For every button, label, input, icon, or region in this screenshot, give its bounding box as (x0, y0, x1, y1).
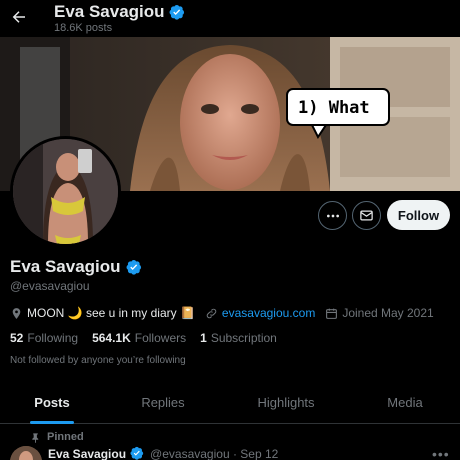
subscription-stat[interactable]: 1 Subscription (200, 331, 277, 345)
profile-website-link[interactable]: evasavagiou.com (222, 306, 315, 320)
back-arrow-icon[interactable] (9, 7, 29, 27)
following-count: 52 (10, 331, 24, 345)
profile-meta: MOON 🌙 see u in my diary 📔 evasavagiou.c… (10, 306, 444, 320)
followers-label: Followers (134, 331, 187, 345)
joined-item: Joined May 2021 (325, 306, 434, 320)
subscription-label: Subscription (210, 331, 277, 345)
message-icon (360, 210, 373, 221)
profile-stats: 52 Following 564.1K Followers 1 Subscriptio… (10, 331, 277, 345)
calendar-icon (326, 308, 338, 319)
header-name: Eva Savagiou (54, 2, 165, 21)
header-title: Eva Savagiou (54, 2, 185, 22)
profile-display-name: Eva Savagiou (10, 257, 121, 276)
post-more-icon[interactable]: ••• (432, 446, 450, 460)
tab-highlights[interactable]: Highlights (222, 380, 350, 424)
tab-label: Posts (34, 394, 70, 410)
profile-tabs: Posts Replies Highlights Media (0, 380, 460, 424)
website-item[interactable]: evasavagiou.com (205, 306, 315, 320)
pinned-text: Pinned (47, 431, 84, 443)
joined-date: Joined May 2021 (342, 306, 434, 320)
tab-label: Replies (141, 394, 185, 410)
link-icon (206, 308, 217, 318)
bio-item: MOON 🌙 see u in my diary 📔 (10, 306, 195, 320)
not-followed-text: Not followed by anyone you’re following (10, 355, 186, 366)
post-author-avatar[interactable] (10, 446, 42, 460)
pin-icon (32, 432, 39, 443)
verified-badge-icon[interactable] (126, 259, 142, 275)
more-options-button[interactable] (318, 201, 347, 230)
profile-name: Eva Savagiou (10, 257, 142, 277)
following-label: Following (27, 331, 79, 345)
avatar (13, 139, 118, 244)
tab-replies[interactable]: Replies (104, 380, 222, 424)
post-header: Eva Savagiou @evasavagiou · Sep 12 (48, 446, 278, 460)
following-stat[interactable]: 52 Following (10, 331, 78, 345)
profile-avatar[interactable] (10, 136, 121, 247)
tab-media[interactable]: Media (350, 380, 460, 424)
pinned-label: Pinned (30, 431, 84, 443)
tab-posts[interactable]: Posts (0, 380, 104, 424)
post-handle-date[interactable]: @evasavagiou · Sep 12 (150, 447, 278, 460)
post-count: 18.6K posts (54, 22, 113, 34)
profile-handle: @evasavagiou (10, 279, 90, 293)
banner-sticker-text: 1) What (298, 98, 370, 118)
verified-badge-icon (169, 4, 185, 20)
follow-button[interactable]: Follow (387, 200, 450, 230)
tab-label: Media (387, 394, 423, 410)
active-tab-indicator (30, 421, 74, 424)
followers-count: 564.1K (92, 331, 131, 345)
more-icon (326, 214, 339, 217)
top-bar: Eva Savagiou 18.6K posts (0, 0, 460, 37)
profile-bio: MOON 🌙 see u in my diary 📔 (27, 306, 195, 320)
subscription-count: 1 (200, 331, 207, 345)
post-author-name[interactable]: Eva Savagiou (48, 447, 126, 460)
followers-stat[interactable]: 564.1K Followers (92, 331, 186, 345)
message-button[interactable] (352, 201, 381, 230)
tab-label: Highlights (257, 394, 315, 410)
location-icon (12, 307, 21, 319)
verified-badge-icon (130, 446, 146, 460)
